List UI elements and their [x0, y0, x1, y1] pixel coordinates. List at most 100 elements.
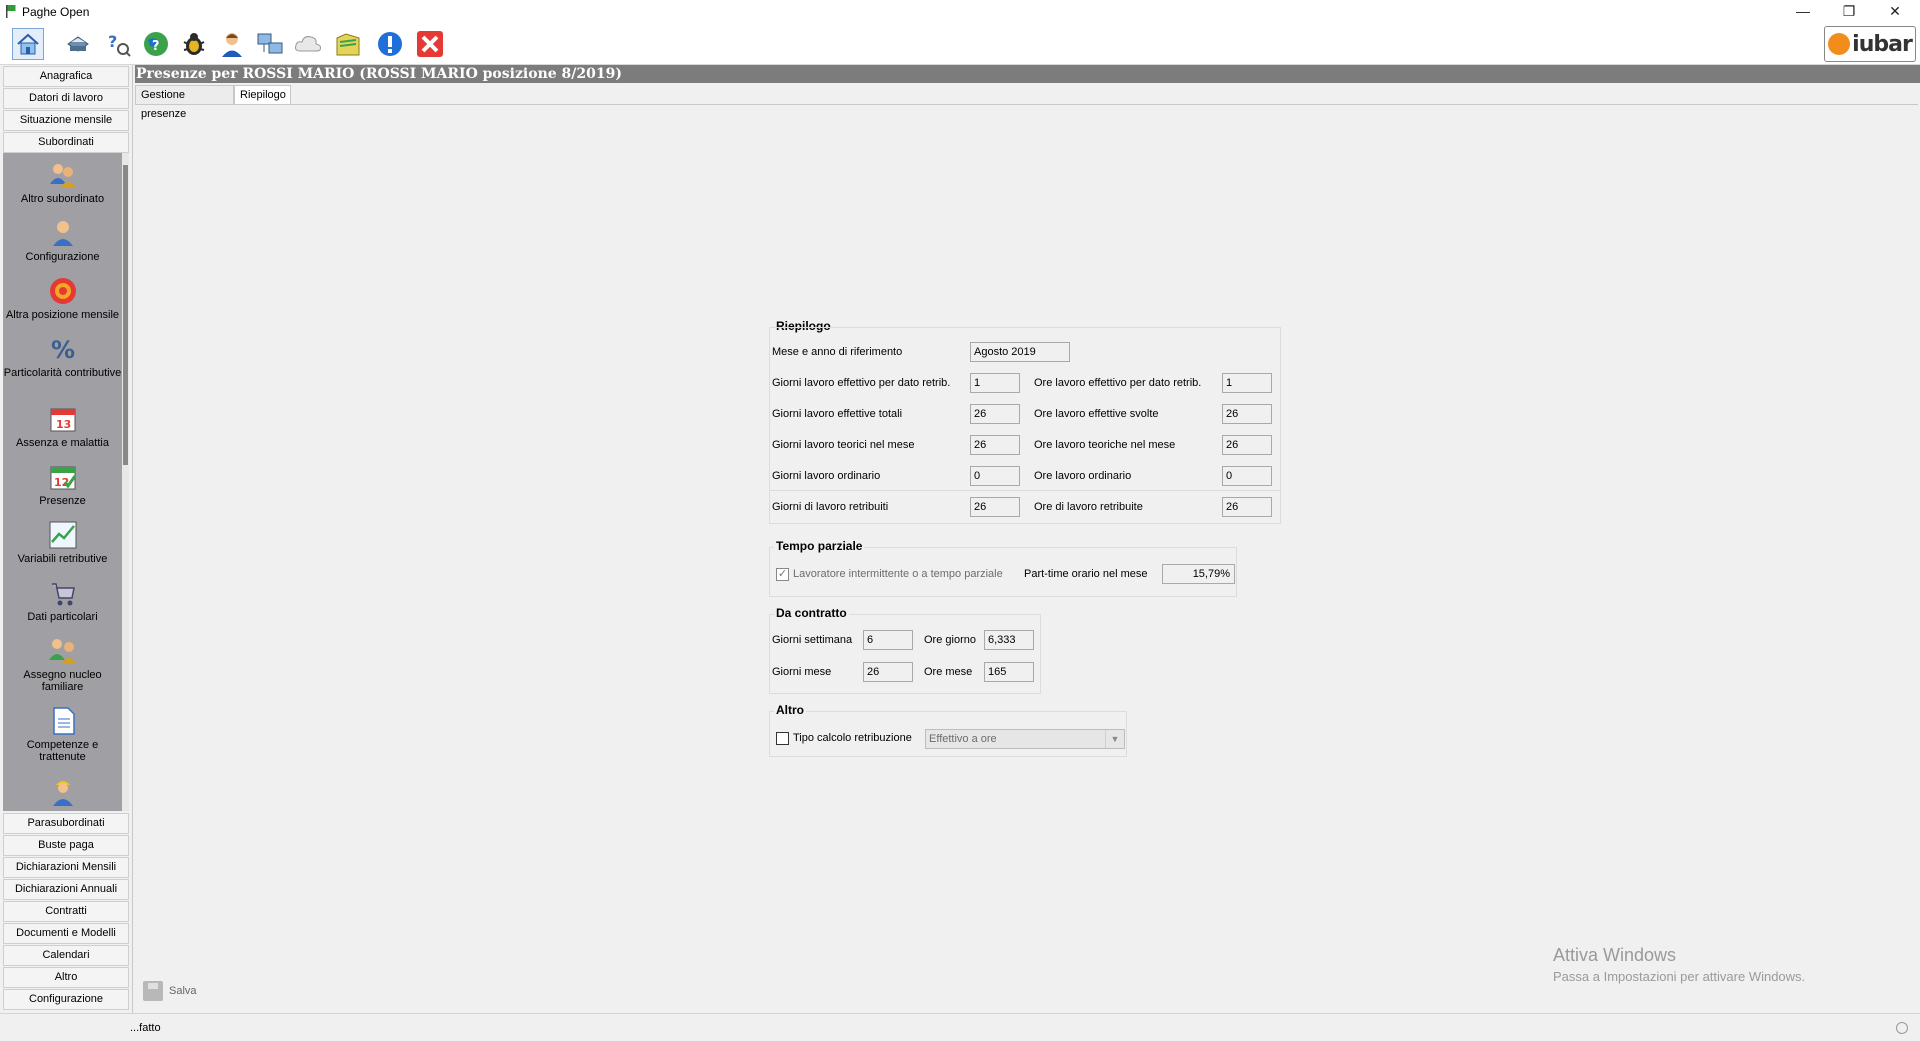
sidebar-item-altro-subordinato[interactable]: Altro subordinato [3, 159, 122, 205]
sidebar-item-label: Altro subordinato [20, 193, 105, 205]
tempo-parziale-group: Tempo parziale ✓ Lavoratore intermittent… [769, 539, 1237, 597]
online-help-button[interactable]: ? [140, 28, 172, 60]
riepilogo-row-5: Giorni di lavoro retribuiti 26 Ore di la… [769, 327, 1281, 524]
support-button[interactable] [216, 28, 248, 60]
calendar-icon: 13 [47, 403, 79, 435]
nav-datori-di-lavoro[interactable]: Datori di lavoro [3, 88, 129, 109]
save-label: Salva [169, 985, 197, 997]
intermittente-checkbox[interactable]: ✓ [776, 568, 789, 581]
network-button[interactable] [254, 28, 286, 60]
tipo-calcolo-checkbox[interactable] [776, 732, 789, 745]
tipo-calcolo-select[interactable]: Effettivo a ore ▼ [925, 729, 1125, 749]
sidebar-item-label: Altra posizione mensile [5, 309, 120, 321]
sidebar-item-configurazione[interactable]: Configurazione [3, 217, 122, 263]
tipo-calcolo-value: Effettivo a ore [929, 733, 997, 745]
group-title: Altro [774, 703, 806, 717]
intermittente-label: Lavoratore intermittente o a tempo parzi… [793, 568, 1003, 580]
page-title: Presenze per ROSSI MARIO (ROSSI MARIO po… [135, 65, 1920, 83]
sidebar-item-competenze-e-trattenute[interactable]: Competenze e trattenute [3, 705, 122, 763]
nav-dichiarazioni-annuali[interactable]: Dichiarazioni Annuali [3, 879, 129, 900]
window-title-bar: Paghe Open — ❐ ✕ [0, 0, 1920, 24]
status-bar: ...fatto [0, 1013, 1920, 1041]
sidebar-item-label: Particolarità contributive [3, 367, 122, 379]
group-title: Tempo parziale [774, 539, 865, 553]
tab-riepilogo[interactable]: Riepilogo [234, 85, 291, 105]
sidebar-item-worker[interactable] [3, 775, 122, 809]
nav-buste-paga[interactable]: Buste paga [3, 835, 129, 856]
nav-situazione-mensile[interactable]: Situazione mensile [3, 110, 129, 131]
help-search-button[interactable]: ? [102, 28, 134, 60]
minimize-button[interactable]: — [1780, 0, 1826, 24]
sidebar-item-particolarita-contributive[interactable]: % Particolarità contributive [3, 333, 122, 379]
part-time-field[interactable]: 15,79% [1162, 564, 1235, 584]
giorni-settimana-field[interactable]: 6 [863, 630, 913, 650]
help-question-icon: ? [108, 32, 131, 57]
ore-giorno-field[interactable]: 6,333 [984, 630, 1034, 650]
altro-group: Altro Tipo calcolo retribuzione Effettiv… [769, 703, 1127, 757]
users-icon [47, 159, 79, 191]
printer-icon [67, 36, 89, 52]
nav-altro[interactable]: Altro [3, 967, 129, 988]
sidebar-scrollbar[interactable] [122, 153, 129, 811]
sidebar-item-presenze[interactable]: 12 Presenze [3, 461, 122, 507]
user-config-icon [47, 217, 79, 249]
exit-button[interactable] [414, 28, 446, 60]
ore-mese-label: Ore mese [924, 666, 973, 678]
part-time-label: Part-time orario nel mese [1024, 568, 1148, 580]
svg-text:?: ? [152, 39, 160, 54]
print-button[interactable] [62, 28, 94, 60]
watermark-title: Attiva Windows [1553, 945, 1677, 965]
bug-icon [183, 33, 205, 55]
main-toolbar: ? ? iubar [0, 24, 1920, 65]
notes-button[interactable] [332, 28, 364, 60]
row-5-right-field[interactable]: 26 [1222, 497, 1272, 517]
svg-text:?: ? [108, 32, 117, 51]
activation-watermark: Attiva Windows Passa a Impostazioni per … [1553, 945, 1805, 984]
giorni-settimana-label: Giorni settimana [772, 634, 853, 646]
nav-subordinati[interactable]: Subordinati [3, 132, 129, 153]
ore-mese-field[interactable]: 165 [984, 662, 1034, 682]
save-button[interactable]: Salva [143, 980, 197, 1002]
sidebar-item-label: Assegno nucleo familiare [23, 669, 102, 693]
sidebar-item-label: Competenze e trattenute [26, 739, 99, 763]
sidebar-item-assegno-nucleo-familiare[interactable]: Assegno nucleo familiare [3, 635, 122, 693]
nav-contratti[interactable]: Contratti [3, 901, 129, 922]
folder-notes-icon [336, 33, 360, 56]
nav-parasubordinati[interactable]: Parasubordinati [3, 813, 129, 834]
subordinati-panel: Altro subordinato Configurazione Altra p… [3, 153, 129, 811]
iubar-logo: iubar [1824, 26, 1916, 62]
home-button[interactable] [12, 28, 44, 60]
navigation-sidebar: Anagrafica Datori di lavoro Situazione m… [0, 65, 133, 1013]
calendar-check-icon: 12 [47, 461, 79, 493]
sidebar-item-dati-particolari[interactable]: Dati particolari [3, 577, 122, 623]
tab-gestione-presenze[interactable]: Gestione presenze [135, 85, 234, 120]
row-5-left-field[interactable]: 26 [970, 497, 1020, 517]
ore-giorno-label: Ore giorno [924, 634, 976, 646]
bug-report-button[interactable] [178, 28, 210, 60]
sidebar-item-assenza-e-malattia[interactable]: 13 Assenza e malattia [3, 403, 122, 449]
tab-divider [135, 104, 1918, 105]
nav-configurazione[interactable]: Configurazione [3, 989, 129, 1010]
watermark-subtitle: Passa a Impostazioni per attivare Window… [1553, 969, 1806, 984]
giorni-mese-field[interactable]: 26 [863, 662, 913, 682]
info-exclamation-icon [378, 32, 402, 56]
nav-dichiarazioni-mensili[interactable]: Dichiarazioni Mensili [3, 857, 129, 878]
status-indicator-icon [1896, 1022, 1908, 1034]
sidebar-item-variabili-retributive[interactable]: Variabili retributive [3, 519, 122, 565]
group-title: Da contratto [774, 606, 849, 620]
scrollbar-thumb[interactable] [123, 165, 128, 465]
row-5-left-label: Giorni di lavoro retribuiti [772, 501, 889, 513]
sidebar-item-label: Configurazione [25, 251, 100, 263]
info-button[interactable] [374, 28, 406, 60]
sidebar-item-altra-posizione-mensile[interactable]: Altra posizione mensile [3, 275, 122, 321]
close-window-button[interactable]: ✕ [1872, 0, 1918, 24]
nav-anagrafica[interactable]: Anagrafica [3, 66, 129, 87]
nav-calendari[interactable]: Calendari [3, 945, 129, 966]
restore-button[interactable]: ❐ [1826, 0, 1872, 24]
nav-documenti-e-modelli[interactable]: Documenti e Modelli [3, 923, 129, 944]
cart-icon [47, 577, 79, 609]
chevron-down-icon[interactable]: ▼ [1105, 730, 1124, 748]
cloud-button[interactable] [292, 28, 324, 60]
main-content: Presenze per ROSSI MARIO (ROSSI MARIO po… [135, 65, 1920, 1013]
sidebar-item-label: Variabili retributive [17, 553, 108, 565]
